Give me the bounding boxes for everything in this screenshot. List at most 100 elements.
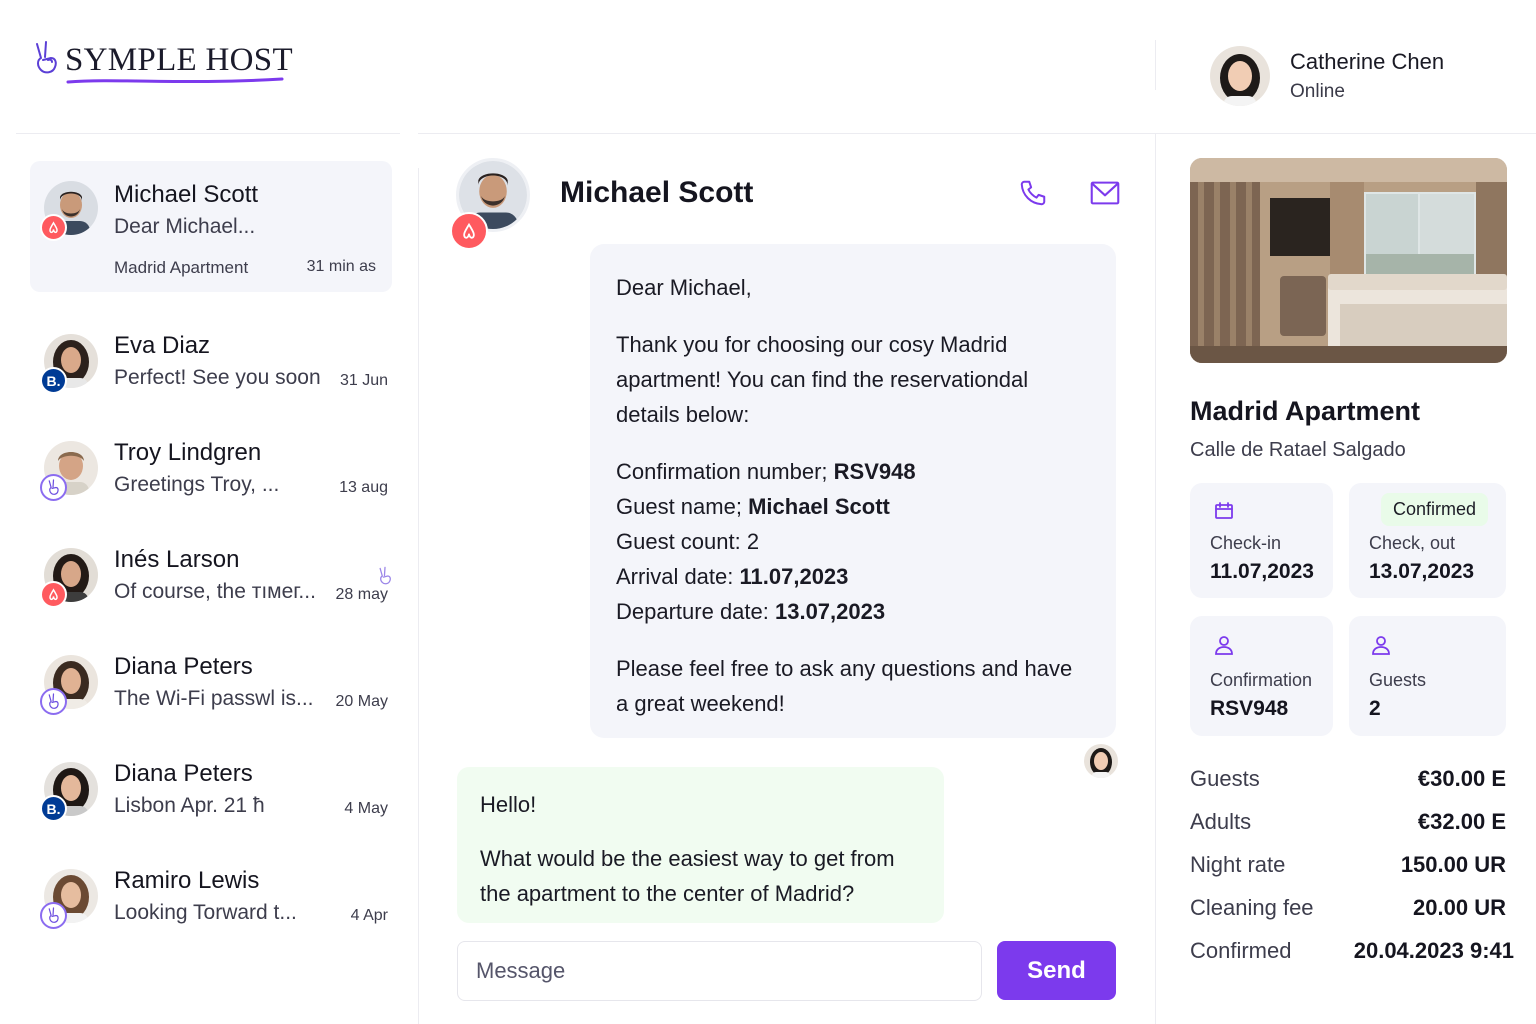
reservation-details: Confirmation number; RSV948 Guest name; … — [616, 454, 1090, 629]
message-closing: Please feel free to ask any questions an… — [616, 656, 1073, 716]
checkin-value: 11.07,2023 — [1210, 560, 1314, 583]
detail-arrival-date: Arrival date: 11.07,2023 — [616, 564, 849, 589]
conversation-preview: Dear Michael... — [114, 215, 256, 238]
fee-label: Guests — [1190, 766, 1260, 791]
booking-icon: B. — [40, 367, 67, 394]
logo-text: SYMPLE HOST — [65, 42, 293, 78]
fee-value: €30.00 E — [1417, 766, 1506, 791]
fee-label: Night rate — [1190, 852, 1286, 877]
message-input[interactable] — [457, 941, 982, 1001]
phone-icon[interactable] — [1016, 176, 1050, 210]
logo-underline — [66, 77, 284, 84]
conversation-name: Eva Diaz — [114, 332, 211, 359]
conversation-preview: The Wi-Fi passwl is... — [114, 687, 314, 710]
checkout-card: Confirmed Check, out 13.07,2023 — [1349, 483, 1506, 598]
conversation-item-eva-diaz[interactable]: B. Eva Diaz Perfect! See you soon 31 Jun — [30, 312, 392, 419]
airbnb-icon — [450, 212, 488, 250]
conversation-time: 31 Jun — [339, 372, 388, 389]
avatar — [40, 869, 98, 929]
conversation-item-diana-peters-2[interactable]: B. Diana Peters Lisbon Apr. 21 ħ 4 May — [30, 740, 392, 847]
booking-icon: B. — [40, 795, 67, 822]
conversation-preview: Of course, the тıмeг... — [114, 580, 316, 603]
conversation-item-michael-scott[interactable]: Michael Scott Dear Michael... Madrid Apa… — [30, 161, 392, 292]
conversation-name: Diana Peters — [114, 653, 253, 680]
peace-hand-icon — [378, 566, 392, 591]
chat-actions — [1016, 176, 1122, 210]
fee-row-confirmed: Confirmed 20.04.2023 9:41 — [1190, 938, 1514, 964]
conversation-name: Ramiro Lewis — [114, 867, 260, 894]
mail-icon[interactable] — [1088, 176, 1122, 210]
conversation-name: Troy Lindgren — [114, 439, 262, 466]
conversation-name: Michael Scott — [114, 181, 259, 208]
fee-label: Confirmed — [1190, 938, 1292, 963]
conversation-item-ramiro-lewis[interactable]: Ramiro Lewis Looking Torward t... 4 Apr — [30, 847, 392, 954]
message-greeting: Dear Michael, — [616, 275, 752, 300]
avatar — [40, 181, 98, 241]
person-icon — [1371, 634, 1391, 661]
symple-host-icon — [40, 902, 67, 929]
property-title: Madrid Apartment — [1190, 396, 1421, 426]
confirmation-label: Confirmation — [1210, 670, 1313, 690]
chat-contact-name: Michael Scott — [560, 176, 754, 209]
fee-row-night-rate: Night rate 150.00 UR — [1190, 852, 1506, 878]
app-logo[interactable]: SYMPLE HOST — [33, 40, 293, 81]
guests-label: Guests — [1369, 670, 1427, 690]
user-avatar[interactable] — [1210, 46, 1270, 106]
checkin-card: Check-in 11.07,2023 — [1190, 483, 1333, 598]
fee-row-guests: Guests €30.00 E — [1190, 766, 1506, 792]
peace-hand-icon — [33, 40, 59, 81]
header-divider — [16, 133, 400, 134]
checkin-label: Check-in — [1210, 533, 1282, 553]
message-intro: Thank you for choosing our cosy Madrid a… — [616, 332, 1029, 427]
fee-label: Cleaning fee — [1190, 895, 1314, 920]
avatar — [40, 441, 98, 501]
calendar-icon — [1214, 501, 1234, 526]
conversation-list: Michael Scott Dear Michael... Madrid Apa… — [30, 161, 392, 954]
conversation-time: 31 min as — [306, 258, 376, 275]
conversation-time: 20 May — [335, 693, 388, 710]
checkout-label: Check, out — [1369, 533, 1456, 553]
conversation-item-ines-larson[interactable]: Inés Larson Of course, the тıмeг... 28 m… — [30, 526, 392, 633]
conversation-preview: Perfect! See you soon — [114, 366, 321, 389]
detail-guest-name: Guest name; Michael Scott — [616, 494, 890, 519]
status-badge: Confirmed — [1381, 493, 1489, 526]
conversation-item-troy-lindgren[interactable]: Troy Lindgren Greetings Troy, ... 13 aug — [30, 419, 392, 526]
conversation-preview: Lisbon Apr. 21 ħ — [114, 794, 265, 817]
sender-avatar — [1084, 744, 1118, 778]
header-vertical-divider — [1155, 40, 1156, 90]
contact-avatar[interactable] — [450, 158, 530, 250]
guests-card: Guests 2 — [1349, 616, 1506, 736]
fee-value: 150.00 UR — [1400, 852, 1506, 877]
avatar: B. — [40, 762, 98, 822]
symple-host-icon — [40, 474, 67, 501]
conversation-time: 4 Apr — [350, 907, 388, 924]
message-greeting: Hello! — [480, 792, 537, 817]
message-text: What would be the easiest way to get fro… — [480, 846, 895, 906]
user-name: Catherine Chen — [1290, 49, 1445, 74]
conversation-preview: Looking Torward t... — [114, 901, 297, 924]
conversation-time: 4 May — [344, 800, 388, 817]
detail-departure-date: Departure date: 13.07,2023 — [616, 599, 886, 624]
current-user[interactable]: Catherine Chen Online — [1210, 46, 1444, 106]
conversation-preview: Greetings Troy, ... — [114, 473, 280, 496]
conversation-item-diana-peters[interactable]: Diana Peters The Wi-Fi passwl is... 20 M… — [30, 633, 392, 740]
conversation-time: 13 aug — [339, 479, 388, 496]
fee-value: 20.04.2023 9:41 — [1353, 938, 1514, 963]
airbnb-icon — [40, 214, 67, 241]
avatar — [40, 655, 98, 715]
detail-confirmation-number: Confirmation number; RSV948 — [616, 459, 916, 484]
send-button[interactable]: Send — [997, 941, 1116, 1000]
property-photo[interactable] — [1190, 158, 1507, 363]
confirmation-card: Confirmation RSV948 — [1190, 616, 1333, 736]
column-divider — [418, 168, 419, 1024]
fee-row-cleaning-fee: Cleaning fee 20.00 UR — [1190, 895, 1506, 921]
avatar: B. — [40, 334, 98, 394]
outgoing-message: Dear Michael, Thank you for choosing our… — [590, 244, 1116, 738]
header-divider — [418, 133, 1536, 134]
person-icon — [1214, 634, 1234, 661]
fee-row-adults: Adults €32.00 E — [1190, 809, 1506, 835]
airbnb-icon — [40, 581, 67, 608]
guests-value: 2 — [1369, 697, 1381, 720]
confirmation-value: RSV948 — [1210, 697, 1289, 720]
conversation-property: Madrid Apartment — [114, 258, 249, 277]
